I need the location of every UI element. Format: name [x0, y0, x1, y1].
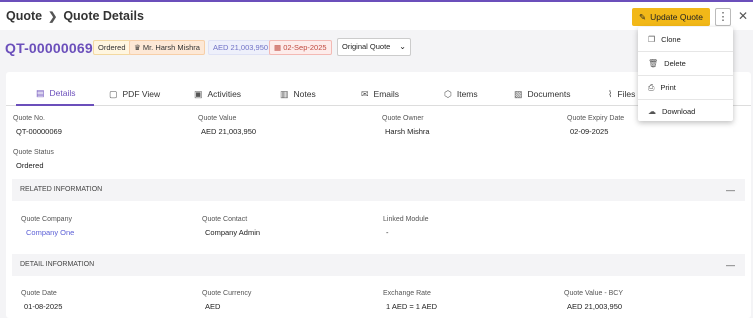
tab-documents-label: Documents: [527, 89, 571, 99]
quote-contact-label: Quote Contact: [202, 216, 248, 223]
breadcrumb-quote-details: Quote Details: [63, 9, 144, 23]
update-quote-label: Update Quote: [650, 12, 704, 22]
page-header: Quote ❯ Quote Details ✎ Update Quote ⋮ ✕: [0, 2, 753, 30]
menu-item-download[interactable]: ☁ Download: [638, 99, 733, 123]
tab-pdf-view-label: PDF View: [122, 89, 161, 99]
notes-icon: ▥: [280, 88, 289, 99]
quote-currency-label: Quote Currency: [202, 290, 252, 297]
pdf-icon: ▢: [109, 88, 118, 99]
menu-item-delete[interactable]: 🗑 Delete: [638, 51, 733, 75]
details-icon: ▤: [36, 87, 45, 98]
update-quote-button[interactable]: ✎ Update Quote: [632, 8, 710, 26]
tab-emails[interactable]: ✉ Emails: [361, 82, 399, 106]
linked-module-label: Linked Module: [383, 216, 429, 223]
tab-files-label: Files: [617, 89, 636, 99]
exchange-rate-value: 1 AED = 1 AED: [386, 302, 438, 311]
box-icon: ⬡: [444, 88, 452, 99]
quote-expiry-value: 02-09-2025: [570, 127, 609, 136]
tab-pdf-view[interactable]: ▢ PDF View: [109, 82, 160, 106]
calendar-icon: ▦: [274, 43, 282, 52]
quote-status-label: Quote Status: [13, 149, 54, 156]
documents-icon: ▧: [514, 88, 523, 99]
tab-items-label: Items: [456, 89, 478, 99]
quote-number: QT-00000069: [5, 40, 93, 56]
quote-owner-label: Quote Owner: [382, 115, 424, 122]
tab-notes[interactable]: ▥ Notes: [280, 82, 316, 106]
collapse-icon[interactable]: —: [726, 254, 735, 276]
quote-value-bcy-value: AED 21,003,950: [567, 302, 623, 311]
expiry-date-badge: ▦ 02-Sep-2025: [269, 40, 332, 55]
amount-badge: AED 21,003,950: [208, 40, 274, 55]
quote-no-label: Quote No.: [13, 115, 45, 122]
owner-badge: ♛ Mr. Harsh Mishra: [129, 40, 205, 55]
close-icon[interactable]: ✕: [738, 9, 748, 23]
menu-item-clone[interactable]: ❐ Clone: [638, 27, 733, 51]
tab-files[interactable]: ⌇ Files: [608, 82, 635, 106]
tab-details[interactable]: ▤ Details: [16, 82, 94, 106]
tab-activities-label: Activities: [207, 89, 242, 99]
breadcrumb-quote[interactable]: Quote: [6, 9, 42, 23]
tab-emails-label: Emails: [373, 89, 400, 99]
quote-version-value: Original Quote: [342, 42, 391, 51]
menu-item-print-label: Print: [660, 83, 676, 92]
tab-items[interactable]: ⬡ Items: [444, 82, 478, 106]
activities-icon: ▣: [194, 88, 203, 99]
detail-information-title: DETAIL INFORMATION: [20, 261, 95, 268]
breadcrumb: Quote ❯ Quote Details: [6, 9, 144, 23]
quote-currency-value: AED: [205, 302, 221, 311]
tab-documents[interactable]: ▧ Documents: [514, 82, 571, 106]
related-information-header[interactable]: RELATED INFORMATION —: [12, 179, 745, 201]
expiry-date-text: 02-Sep-2025: [283, 43, 327, 52]
copy-icon: ❐: [648, 34, 656, 44]
printer-icon: ⎙: [648, 82, 655, 92]
quote-date-value: 01-08-2025: [24, 302, 63, 311]
more-options-button[interactable]: ⋮: [715, 8, 731, 26]
quote-value-label: Quote Value: [198, 115, 237, 122]
quote-status-value: Ordered: [16, 161, 44, 170]
quote-value-bcy-label: Quote Value - BCY: [564, 290, 624, 297]
tab-notes-label: Notes: [293, 89, 316, 99]
menu-item-clone-label: Clone: [661, 34, 681, 44]
trash-icon: 🗑: [648, 59, 659, 68]
email-icon: ✉: [361, 88, 369, 99]
more-options-menu: ❐ Clone 🗑 Delete ⎙ Print ☁ Download: [638, 27, 733, 121]
chevron-right-icon: ❯: [48, 10, 58, 23]
pencil-icon: ✎: [638, 11, 647, 22]
crown-icon: ♛: [134, 43, 141, 52]
quote-contact-value: Company Admin: [205, 228, 261, 237]
quote-value-value: AED 21,003,950: [201, 127, 257, 136]
owner-name: Mr. Harsh Mishra: [142, 43, 200, 52]
cloud-download-icon: ☁: [648, 107, 656, 116]
related-information-title: RELATED INFORMATION: [20, 186, 103, 193]
collapse-icon[interactable]: —: [726, 179, 735, 201]
chevron-down-icon: ⌄: [399, 42, 406, 51]
exchange-rate-label: Exchange Rate: [383, 290, 431, 297]
kebab-menu-icon: ⋮: [717, 11, 729, 23]
menu-item-download-label: Download: [662, 107, 696, 116]
quote-version-select[interactable]: Original Quote ⌄: [337, 38, 411, 56]
quote-owner-value: Harsh Mishra: [385, 127, 430, 136]
menu-item-print[interactable]: ⎙ Print: [638, 75, 733, 99]
menu-item-delete-label: Delete: [664, 59, 686, 68]
status-badge: Ordered: [93, 40, 131, 55]
paperclip-icon: ⌇: [608, 88, 613, 99]
detail-information-header[interactable]: DETAIL INFORMATION —: [12, 254, 745, 276]
quote-no-value: QT-00000069: [16, 127, 62, 136]
quote-company-label: Quote Company: [21, 216, 72, 223]
linked-module-value: -: [386, 228, 389, 237]
quote-company-link[interactable]: Company One: [26, 228, 74, 237]
tab-details-label: Details: [49, 88, 76, 98]
quote-date-label: Quote Date: [21, 290, 57, 297]
quote-expiry-label: Quote Expiry Date: [567, 115, 625, 122]
tab-activities[interactable]: ▣ Activities: [194, 82, 241, 106]
